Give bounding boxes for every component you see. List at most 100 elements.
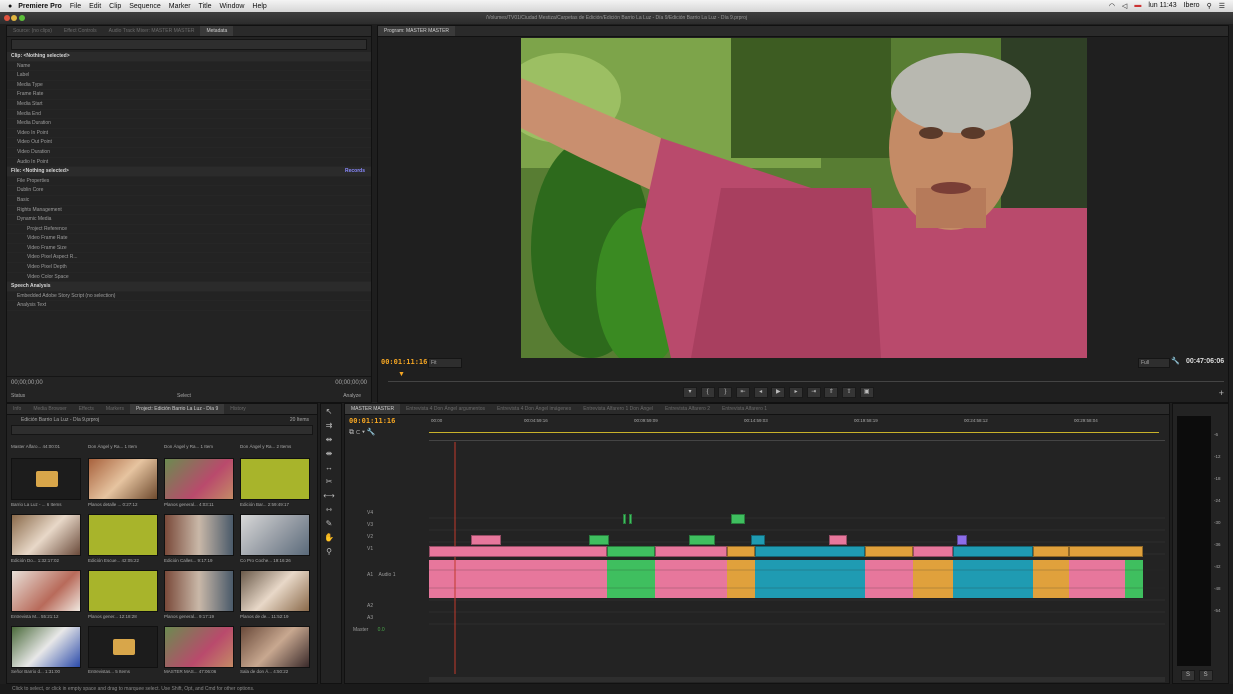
dyn-item[interactable]: Video Frame Rate: [7, 234, 371, 244]
project-thumb[interactable]: [88, 458, 158, 500]
field-row[interactable]: Video In Point: [7, 129, 371, 139]
field-row[interactable]: Name: [7, 62, 371, 72]
app-menu[interactable]: Premiere Pro: [18, 3, 62, 10]
clip-v4[interactable]: [731, 514, 745, 524]
program-video-frame[interactable]: [521, 38, 1087, 358]
tab-sequence[interactable]: Entrevista Alfarero 2: [659, 404, 716, 414]
export-frame-button[interactable]: ▣: [859, 387, 874, 398]
clip-v1[interactable]: [429, 546, 607, 557]
source-timecode-left[interactable]: 00;00;00;00: [11, 380, 43, 386]
project-thumb[interactable]: [11, 626, 81, 668]
selection-tool-icon[interactable]: ↖: [323, 406, 335, 418]
menu-file[interactable]: File: [70, 3, 81, 10]
volume-icon[interactable]: ◁: [1122, 2, 1127, 10]
tab-media-browser[interactable]: Media Browser: [27, 404, 72, 414]
tab-effect-controls[interactable]: Effect Controls: [58, 26, 103, 36]
work-area-bar[interactable]: [429, 432, 1159, 433]
dyn-item[interactable]: Video Pixel Aspect R...: [7, 253, 371, 264]
field-row[interactable]: Media Duration: [7, 119, 371, 129]
settings-wrench-icon[interactable]: 🔧: [367, 429, 376, 436]
snap-icon[interactable]: ⧉: [349, 429, 354, 436]
flag-icon[interactable]: ▬: [1134, 2, 1141, 10]
speech-item[interactable]: Embedded Adobe Story Script (no selectio…: [7, 292, 371, 302]
play-button[interactable]: ▶: [771, 387, 786, 398]
project-thumb-folder[interactable]: [11, 458, 81, 500]
clip-v1[interactable]: [953, 546, 1033, 557]
track-area[interactable]: [429, 442, 1165, 674]
rolling-edit-tool-icon[interactable]: ⇼: [323, 448, 335, 460]
bin-label[interactable]: Don Ángel y Ra... 1 Item: [164, 444, 236, 449]
menu-clip[interactable]: Clip: [109, 3, 121, 10]
menu-title[interactable]: Title: [199, 3, 212, 10]
tab-sequence[interactable]: Entrevista Alfarero 1 Don Ángel: [577, 404, 659, 414]
slide-tool-icon[interactable]: ⇿: [323, 504, 335, 516]
add-button-icon[interactable]: +: [1219, 388, 1224, 398]
menu-marker[interactable]: Marker: [169, 3, 191, 10]
dyn-item[interactable]: Video Color Space: [7, 273, 371, 283]
pen-tool-icon[interactable]: ✎: [323, 518, 335, 530]
menu-help[interactable]: Help: [252, 3, 266, 10]
clip-v2[interactable]: [689, 535, 715, 545]
section-dynamic-media[interactable]: Dynamic Media: [7, 215, 371, 225]
tab-sequence[interactable]: Entrevista 4 Don Ángel imágenes: [491, 404, 577, 414]
fit-dropdown[interactable]: Fit: [428, 358, 462, 368]
field-row[interactable]: Media Start: [7, 100, 371, 110]
lift-button[interactable]: ⇑: [824, 387, 839, 398]
field-row[interactable]: Media End: [7, 110, 371, 120]
track-header-v3[interactable]: V3: [367, 522, 373, 528]
track-select-tool-icon[interactable]: ⇉: [323, 420, 335, 432]
field-row[interactable]: Media Type: [7, 81, 371, 91]
program-timecode[interactable]: 00:01:11:16: [381, 358, 427, 366]
clip-v2[interactable]: [751, 535, 765, 545]
project-thumb[interactable]: [11, 570, 81, 612]
hand-tool-icon[interactable]: ✋: [323, 532, 335, 544]
mark-out-button[interactable]: }: [718, 387, 733, 398]
clip-v2[interactable]: [829, 535, 847, 545]
project-thumb[interactable]: [164, 458, 234, 500]
tab-project[interactable]: Project: Edición Barrio La Luz - Día 9: [129, 404, 225, 414]
program-scrubber[interactable]: ▼: [388, 371, 1224, 382]
timeline-scrollbar[interactable]: [429, 677, 1165, 682]
dyn-item[interactable]: Video Frame Size: [7, 244, 371, 254]
project-thumb[interactable]: [88, 514, 158, 556]
go-to-in-button[interactable]: ⇤: [736, 387, 751, 398]
tab-info[interactable]: Info: [7, 404, 27, 414]
clip-v1[interactable]: [607, 546, 655, 557]
clip-v1[interactable]: [1033, 546, 1069, 557]
project-thumb[interactable]: [164, 570, 234, 612]
zoom-tool-icon[interactable]: ⚲: [323, 546, 335, 558]
tab-sequence[interactable]: MASTER MASTER: [345, 404, 401, 414]
search-icon[interactable]: ⚲: [1207, 2, 1212, 10]
tab-sequence[interactable]: Entrevista Alfarero 1: [716, 404, 773, 414]
track-header-master[interactable]: Master 0.0: [353, 627, 385, 633]
clock[interactable]: lun 11:43: [1148, 2, 1176, 10]
clip-v2[interactable]: [957, 535, 967, 545]
bin-label[interactable]: Master Alfaro... 44:00:01: [11, 444, 83, 449]
clip-v4[interactable]: [623, 514, 626, 524]
project-thumb[interactable]: [240, 514, 310, 556]
project-thumb[interactable]: [164, 514, 234, 556]
time-ruler[interactable]: 00:00 00:04:59:16 00:09:59:09 00:14:59:0…: [429, 418, 1165, 441]
solo-right-button[interactable]: S: [1198, 670, 1213, 681]
track-header-a2[interactable]: A2: [367, 603, 373, 609]
project-thumb-folder[interactable]: [88, 626, 158, 668]
add-marker-button[interactable]: ▾: [683, 387, 697, 398]
list-icon[interactable]: ☰: [1219, 2, 1225, 10]
section-rights[interactable]: Rights Management: [7, 206, 371, 216]
playhead-icon[interactable]: ▼: [398, 371, 405, 378]
clip-v2[interactable]: [471, 535, 501, 545]
step-back-button[interactable]: ◂: [753, 387, 768, 398]
field-row[interactable]: Label: [7, 71, 371, 81]
clip-v2[interactable]: [589, 535, 609, 545]
go-to-out-button[interactable]: ⇥: [806, 387, 821, 398]
clip-v1[interactable]: [1069, 546, 1143, 557]
clip-v1[interactable]: [865, 546, 913, 557]
linked-selection-icon[interactable]: ⊂: [356, 429, 360, 436]
section-dublin-core[interactable]: Dublin Core: [7, 186, 371, 196]
section-file-properties[interactable]: File Properties: [7, 177, 371, 187]
rate-stretch-tool-icon[interactable]: ↔: [323, 462, 335, 474]
clip-section-header[interactable]: Clip: <Nothing selected>: [7, 52, 371, 62]
project-thumb[interactable]: [164, 626, 234, 668]
clip-v1[interactable]: [727, 546, 755, 557]
track-header-v1[interactable]: V1: [367, 546, 373, 552]
